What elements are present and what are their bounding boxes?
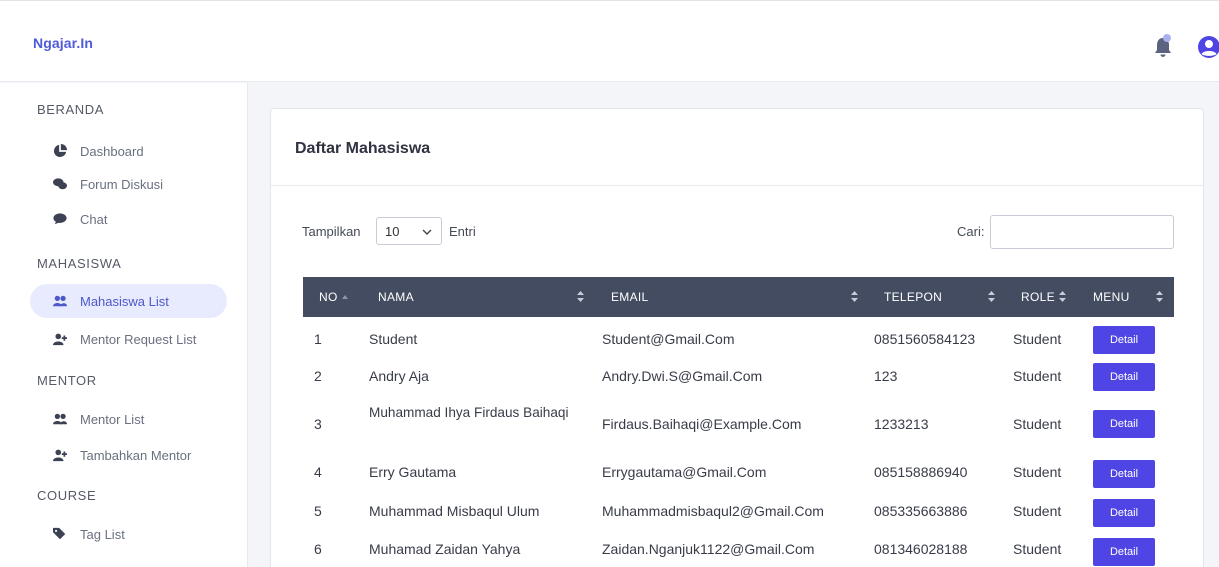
brand-logo[interactable]: Ngajar.In xyxy=(33,35,93,51)
cell-email: Firdaus.Baihaqi@Example.Com xyxy=(602,416,802,432)
sidebar-item-tag-list[interactable]: Tag List xyxy=(30,517,125,551)
sidebar-item-mentor-list[interactable]: Mentor List xyxy=(30,402,144,436)
detail-button[interactable]: Detail xyxy=(1093,538,1155,566)
chevron-down-icon xyxy=(422,229,432,235)
sidebar-item-dashboard[interactable]: Dashboard xyxy=(30,134,144,168)
sidebar-item-label: Tag List xyxy=(80,526,125,542)
detail-button[interactable]: Detail xyxy=(1093,410,1155,438)
entries-per-page-select[interactable]: 10 xyxy=(376,217,442,245)
sidebar: BERANDA Dashboard Forum Diskusi Chat MAH… xyxy=(0,83,248,567)
cell-no: 1 xyxy=(314,331,322,347)
page-title: Daftar Mahasiswa xyxy=(295,140,431,157)
entries-per-page-value: 10 xyxy=(385,223,400,239)
cell-role: Student xyxy=(1013,464,1062,480)
sort-icon xyxy=(1059,291,1066,302)
length-suffix-label: Entri xyxy=(449,224,476,239)
table-row: 3 Muhammad Ihya Firdaus Baihaqi Firdaus.… xyxy=(303,399,1174,453)
chat-bubble-icon xyxy=(53,213,67,225)
notification-dot xyxy=(1163,34,1171,42)
cell-email: Muhammadmisbaqul2@Gmail.Com xyxy=(602,503,824,519)
user-circle-icon[interactable] xyxy=(1197,35,1219,59)
sidebar-item-label: Mahasiswa List xyxy=(80,293,169,309)
top-bar: Ngajar.In xyxy=(0,0,1219,82)
sidebar-item-forum-diskusi[interactable]: Forum Diskusi xyxy=(30,167,163,201)
sidebar-section-mentor: MENTOR xyxy=(37,373,97,388)
cell-no: 4 xyxy=(314,464,322,480)
cell-telepon: 1233213 xyxy=(874,416,929,432)
comments-icon xyxy=(53,178,67,190)
cell-no: 2 xyxy=(314,368,322,384)
cell-telepon: 085158886940 xyxy=(874,464,968,480)
cell-no: 6 xyxy=(314,541,322,557)
sidebar-section-course: COURSE xyxy=(37,488,97,503)
cell-role: Student xyxy=(1013,503,1062,519)
cell-nama: Muhamad Zaidan Yahya xyxy=(369,541,521,557)
cell-no: 3 xyxy=(314,416,322,432)
cell-nama: Andry Aja xyxy=(369,368,429,384)
table-row: 5 Muhammad Misbaqul Ulum Muhammadmisbaqu… xyxy=(303,494,1174,532)
detail-button[interactable]: Detail xyxy=(1093,460,1155,488)
cell-role: Student xyxy=(1013,368,1062,384)
chart-pie-icon xyxy=(53,144,67,158)
cell-role: Student xyxy=(1013,331,1062,347)
user-plus-icon xyxy=(53,449,67,462)
card-divider xyxy=(271,185,1203,186)
table-header: NO NAMA EMAIL TELEPON ROLE MENU xyxy=(303,277,1174,317)
tags-icon xyxy=(53,527,66,540)
sidebar-item-chat[interactable]: Chat xyxy=(30,202,107,236)
sidebar-item-label: Mentor List xyxy=(80,411,145,427)
table-row: 1 Student Student@Gmail.Com 085156058412… xyxy=(303,319,1174,359)
sort-icon xyxy=(851,291,858,302)
student-list-card: Daftar Mahasiswa Tampilkan 10 Entri Cari… xyxy=(270,108,1204,567)
cell-nama: Muhammad Ihya Firdaus Baihaqi xyxy=(369,405,569,420)
cell-nama: Erry Gautama xyxy=(369,464,457,480)
sidebar-item-mahasiswa-list[interactable]: Mahasiswa List xyxy=(30,284,227,318)
detail-button[interactable]: Detail xyxy=(1093,499,1155,527)
sidebar-item-mentor-request-list[interactable]: Mentor Request List xyxy=(30,322,196,356)
cell-telepon: 123 xyxy=(874,368,898,384)
users-icon xyxy=(53,295,67,307)
cell-email: Andry.Dwi.S@Gmail.Com xyxy=(602,368,763,384)
sidebar-item-label: Mentor Request List xyxy=(80,331,197,347)
table-row: 4 Erry Gautama Errygautama@Gmail.Com 085… xyxy=(303,456,1174,494)
cell-role: Student xyxy=(1013,541,1062,557)
cell-email: Zaidan.Nganjuk1122@Gmail.Com xyxy=(602,541,815,557)
sidebar-item-label: Tambahkan Mentor xyxy=(80,447,192,463)
column-header-role[interactable]: ROLE xyxy=(1021,277,1055,317)
sort-icon xyxy=(577,291,584,302)
sidebar-section-beranda: BERANDA xyxy=(37,102,105,117)
column-header-no[interactable]: NO xyxy=(319,277,348,317)
detail-button[interactable]: Detail xyxy=(1093,326,1155,354)
column-header-menu[interactable]: MENU xyxy=(1093,277,1130,317)
column-header-nama[interactable]: NAMA xyxy=(378,277,414,317)
cell-no: 5 xyxy=(314,503,322,519)
cell-nama: Muhammad Misbaqul Ulum xyxy=(369,503,540,519)
sidebar-section-mahasiswa: MAHASISWA xyxy=(37,256,122,271)
column-header-email[interactable]: EMAIL xyxy=(611,277,649,317)
cell-telepon: 081346028188 xyxy=(874,541,968,557)
sidebar-item-tambahkan-mentor[interactable]: Tambahkan Mentor xyxy=(30,438,191,472)
search-label: Cari: xyxy=(957,224,985,239)
users-icon xyxy=(53,413,67,425)
sort-icon xyxy=(1156,291,1163,302)
cell-role: Student xyxy=(1013,416,1062,432)
cell-telepon: 0851560584123 xyxy=(874,331,976,347)
user-plus-icon xyxy=(53,333,67,346)
detail-button[interactable]: Detail xyxy=(1093,363,1155,391)
length-prefix-label: Tampilkan xyxy=(302,224,361,239)
cell-email: Errygautama@Gmail.Com xyxy=(602,464,767,480)
sort-asc-icon xyxy=(341,295,348,299)
sidebar-item-label: Forum Diskusi xyxy=(80,176,164,192)
cell-email: Student@Gmail.Com xyxy=(602,331,735,347)
column-header-telepon[interactable]: TELEPON xyxy=(884,277,942,317)
cell-telepon: 085335663886 xyxy=(874,503,968,519)
table-row: 2 Andry Aja Andry.Dwi.S@Gmail.Com 123 St… xyxy=(303,359,1174,397)
table-row: 6 Muhamad Zaidan Yahya Zaidan.Nganjuk112… xyxy=(303,533,1174,567)
cell-nama: Student xyxy=(369,331,418,347)
sort-icon xyxy=(988,291,995,302)
sidebar-item-label: Dashboard xyxy=(80,143,144,159)
search-input[interactable] xyxy=(990,215,1174,249)
sidebar-item-label: Chat xyxy=(80,211,108,227)
